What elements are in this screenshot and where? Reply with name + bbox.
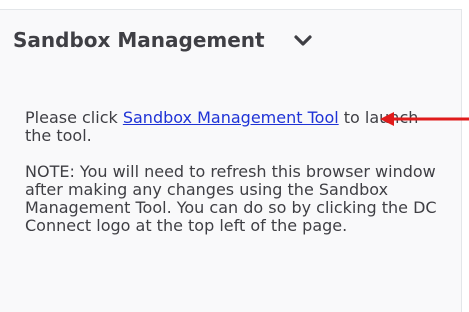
widget-title: Sandbox Management <box>13 28 265 52</box>
sandbox-management-tool-link[interactable]: Sandbox Management Tool <box>123 108 339 127</box>
chevron-down-icon[interactable] <box>293 33 313 47</box>
widget-header[interactable]: Sandbox Management <box>13 28 313 52</box>
note-paragraph: NOTE: You will need to refresh this brow… <box>25 162 437 235</box>
screenshot-frame: Sandbox Management Please click Sandbox … <box>0 0 469 312</box>
widget-content: Please click Sandbox Management Tool to … <box>25 109 445 253</box>
red-arrow-icon <box>380 112 469 126</box>
intro-prefix: Please click <box>25 108 123 127</box>
